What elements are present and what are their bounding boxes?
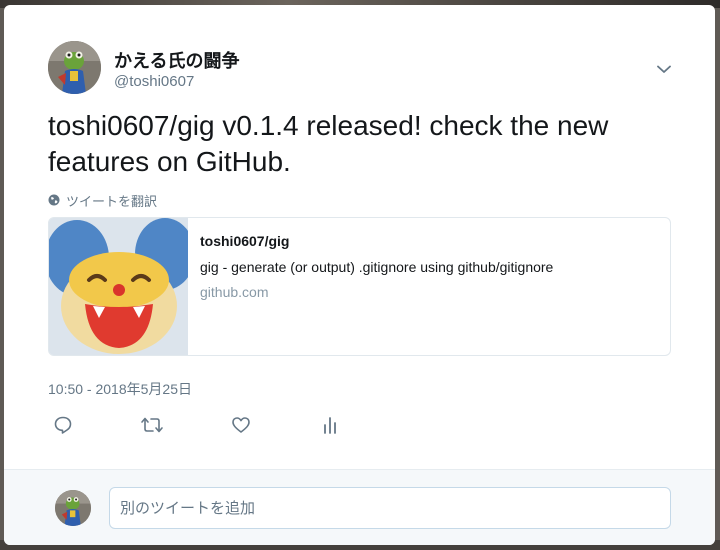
tweet-actions [48, 413, 368, 437]
tweet-modal: かえる氏の闘争 @toshi0607 toshi0607/gig v0.1.4 … [4, 5, 715, 545]
translate-tweet-link[interactable]: ツイートを翻訳 [48, 190, 157, 210]
translate-label: ツイートを翻訳 [66, 193, 158, 209]
mouse-mascot-icon [49, 218, 195, 355]
chevron-down-icon [657, 65, 671, 73]
like-button[interactable] [229, 413, 253, 437]
retweet-button[interactable] [140, 413, 164, 437]
author-display-name[interactable]: かえる氏の闘争 [114, 47, 239, 73]
author-avatar[interactable] [48, 41, 101, 94]
current-user-avatar[interactable] [55, 490, 91, 526]
card-description: gig - generate (or output) .gitignore us… [200, 259, 554, 275]
heart-icon [232, 417, 250, 433]
tweet-timestamp[interactable]: 10:50 - 2018年5月25日 [48, 379, 192, 399]
reply-bar [4, 469, 715, 545]
globe-icon [48, 194, 60, 206]
frog-figure-avatar-icon [48, 41, 101, 94]
frog-figure-avatar-small-icon [55, 490, 91, 526]
card-title: toshi0607/gig [200, 233, 290, 249]
retweet-icon [141, 417, 163, 433]
card-domain: github.com [200, 284, 269, 300]
author-handle[interactable]: @toshi0607 [114, 73, 194, 90]
card-body: toshi0607/gig gig - generate (or output)… [200, 232, 660, 301]
analytics-button[interactable] [318, 413, 342, 437]
reply-button[interactable] [51, 413, 75, 437]
reply-icon [54, 416, 72, 434]
reply-input[interactable] [109, 487, 671, 529]
tweet-header: かえる氏の闘争 @toshi0607 [48, 41, 678, 101]
link-card[interactable]: toshi0607/gig gig - generate (or output)… [48, 217, 671, 356]
card-image [49, 218, 195, 355]
tweet-text: toshi0607/gig v0.1.4 released! check the… [48, 110, 609, 177]
analytics-icon [324, 417, 336, 434]
tweet-menu-button[interactable] [652, 57, 676, 81]
